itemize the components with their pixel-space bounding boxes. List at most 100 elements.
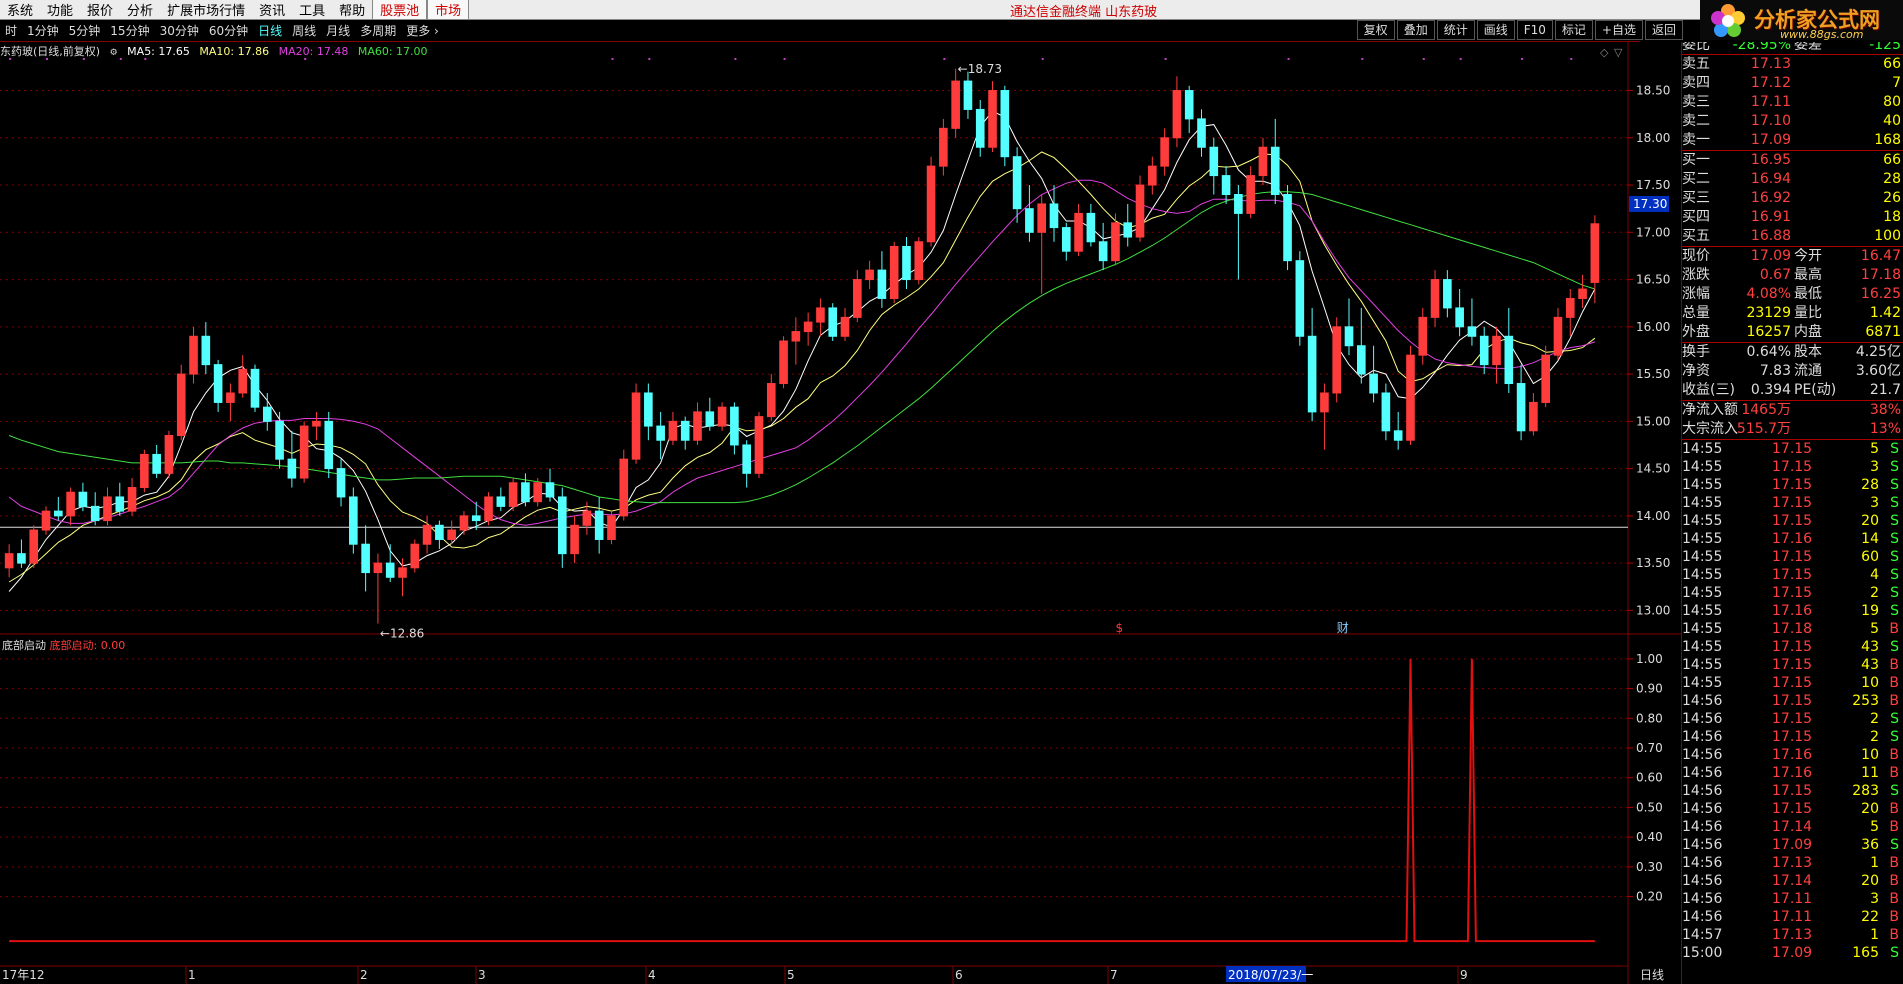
candle[interactable] bbox=[1418, 307, 1428, 365]
candle[interactable] bbox=[336, 459, 346, 507]
candle[interactable] bbox=[1406, 345, 1415, 445]
candle[interactable] bbox=[1049, 185, 1059, 242]
candle[interactable] bbox=[385, 544, 395, 583]
candle[interactable] bbox=[631, 383, 641, 464]
candle[interactable] bbox=[1172, 76, 1182, 148]
dropdown-icon[interactable]: ▽ bbox=[1614, 46, 1623, 59]
candle[interactable] bbox=[521, 473, 530, 507]
candle[interactable] bbox=[1258, 137, 1268, 186]
candle[interactable] bbox=[1430, 270, 1440, 327]
candle[interactable] bbox=[78, 482, 88, 512]
candle[interactable] bbox=[435, 520, 444, 549]
candle[interactable] bbox=[1492, 326, 1501, 384]
candle[interactable] bbox=[1086, 203, 1096, 247]
kline-chart[interactable]: 18.50 18.00 17.50 17.00 16.50 16.00 15.50 15.00… bbox=[0, 0, 1681, 984]
candle[interactable] bbox=[1516, 364, 1526, 441]
candle[interactable] bbox=[1344, 298, 1354, 356]
candle[interactable] bbox=[939, 118, 948, 176]
candle[interactable] bbox=[1111, 213, 1120, 266]
candle[interactable] bbox=[803, 312, 813, 346]
candle[interactable] bbox=[1393, 411, 1403, 450]
candle[interactable] bbox=[1025, 185, 1034, 242]
candle[interactable] bbox=[877, 251, 887, 308]
candle[interactable] bbox=[1529, 392, 1538, 436]
candle[interactable] bbox=[889, 241, 899, 304]
candle[interactable] bbox=[1590, 215, 1600, 304]
candle[interactable] bbox=[1356, 307, 1366, 384]
candle[interactable] bbox=[66, 487, 75, 526]
candle[interactable] bbox=[373, 553, 383, 624]
candle[interactable] bbox=[779, 336, 788, 389]
candle[interactable] bbox=[705, 397, 715, 431]
candle[interactable] bbox=[262, 392, 272, 431]
candle[interactable] bbox=[115, 482, 125, 516]
candle[interactable] bbox=[730, 402, 739, 455]
candle[interactable] bbox=[1295, 251, 1305, 346]
candle[interactable] bbox=[1307, 307, 1317, 422]
candle[interactable] bbox=[668, 411, 678, 445]
candle[interactable] bbox=[902, 237, 911, 290]
candle[interactable] bbox=[213, 359, 223, 412]
candle[interactable] bbox=[791, 317, 801, 365]
candle[interactable] bbox=[1123, 203, 1133, 247]
candle[interactable] bbox=[1270, 118, 1280, 204]
candle[interactable] bbox=[926, 156, 936, 247]
candle[interactable] bbox=[312, 411, 321, 441]
candle[interactable] bbox=[287, 430, 297, 488]
candle[interactable] bbox=[693, 402, 702, 445]
candle[interactable] bbox=[1000, 85, 1010, 167]
candle[interactable] bbox=[1553, 307, 1563, 360]
dollar-event-icon[interactable]: $ bbox=[1115, 621, 1123, 635]
candle[interactable] bbox=[988, 81, 997, 152]
candle[interactable] bbox=[533, 478, 543, 507]
candle[interactable] bbox=[963, 71, 973, 119]
candle[interactable] bbox=[1160, 128, 1169, 176]
candle[interactable] bbox=[176, 364, 186, 441]
candle[interactable] bbox=[41, 506, 51, 535]
candle[interactable] bbox=[1541, 345, 1550, 408]
candle[interactable] bbox=[828, 303, 838, 341]
candle[interactable] bbox=[557, 487, 567, 568]
candle[interactable] bbox=[496, 487, 506, 512]
candle[interactable] bbox=[975, 99, 985, 157]
candle[interactable] bbox=[103, 487, 112, 526]
candle[interactable] bbox=[250, 364, 260, 412]
candle[interactable] bbox=[1074, 203, 1083, 256]
candle[interactable] bbox=[1135, 175, 1145, 242]
diamond-icon[interactable]: ◇ bbox=[1600, 46, 1609, 59]
candle[interactable] bbox=[1320, 383, 1329, 450]
candle[interactable] bbox=[570, 515, 579, 564]
candle[interactable] bbox=[1455, 289, 1464, 337]
candle[interactable] bbox=[742, 440, 751, 488]
candle[interactable] bbox=[1037, 194, 1047, 294]
candle[interactable] bbox=[1246, 166, 1255, 219]
candle[interactable] bbox=[1209, 137, 1219, 195]
candle[interactable] bbox=[1148, 156, 1157, 195]
candle[interactable] bbox=[1565, 289, 1575, 337]
candle[interactable] bbox=[1221, 166, 1231, 204]
candle[interactable] bbox=[361, 525, 370, 592]
candle[interactable] bbox=[508, 478, 518, 512]
candle[interactable] bbox=[1197, 109, 1206, 157]
candle[interactable] bbox=[127, 478, 137, 516]
candle[interactable] bbox=[619, 449, 629, 521]
candle[interactable] bbox=[594, 496, 604, 554]
candle[interactable] bbox=[1234, 185, 1243, 280]
candle[interactable] bbox=[201, 322, 211, 375]
candle[interactable] bbox=[459, 511, 469, 535]
candle[interactable] bbox=[189, 326, 198, 384]
candle[interactable] bbox=[644, 383, 653, 441]
candle[interactable] bbox=[90, 492, 100, 526]
bottom-period-label[interactable]: 日线 bbox=[1640, 968, 1664, 982]
candle[interactable] bbox=[607, 511, 616, 545]
candle[interactable] bbox=[152, 444, 161, 479]
candle[interactable] bbox=[1061, 222, 1071, 261]
candle[interactable] bbox=[140, 449, 149, 493]
candle[interactable] bbox=[238, 355, 248, 398]
candle[interactable] bbox=[1184, 85, 1194, 134]
candle[interactable] bbox=[299, 421, 309, 483]
candle[interactable] bbox=[680, 416, 690, 450]
candle[interactable] bbox=[164, 430, 174, 479]
candle[interactable] bbox=[766, 374, 776, 422]
candle[interactable] bbox=[853, 270, 862, 323]
